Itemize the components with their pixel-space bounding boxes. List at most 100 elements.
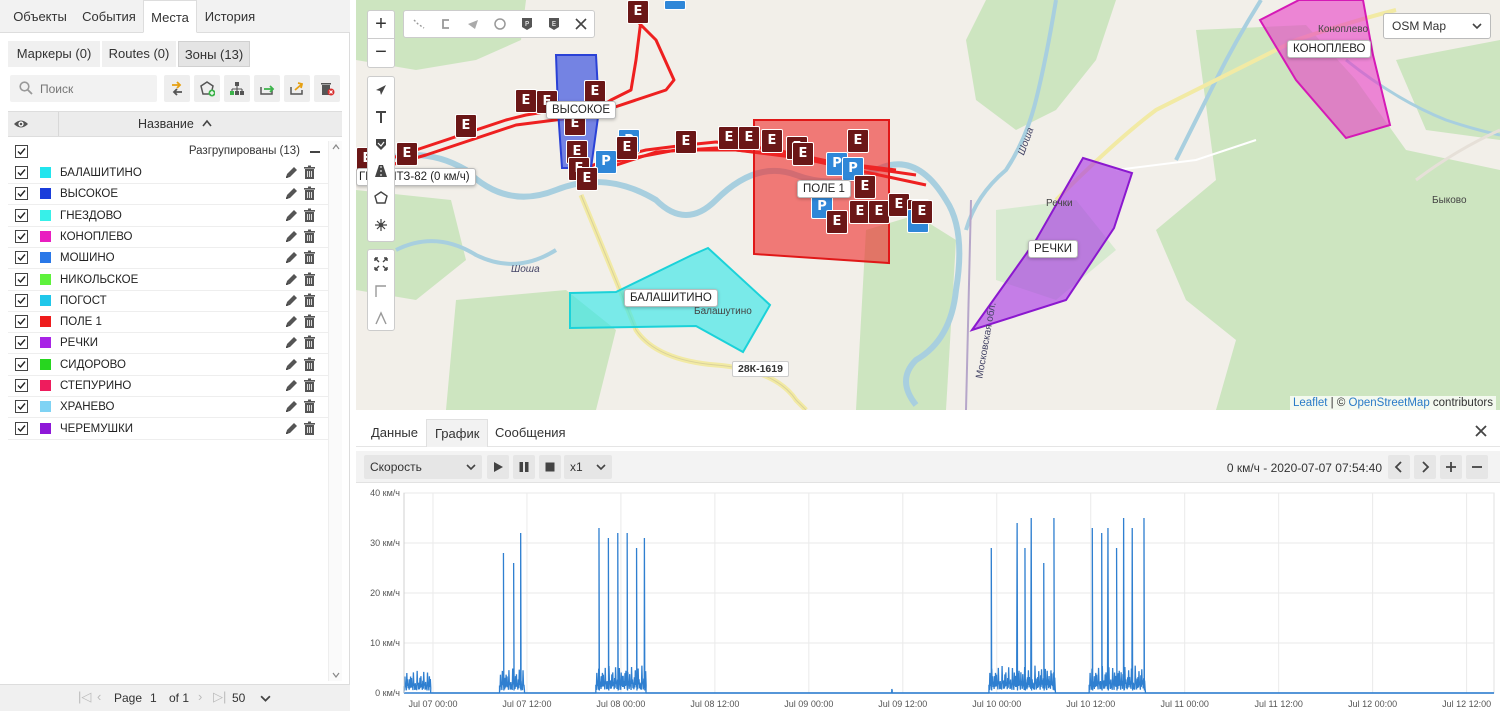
tab-objects[interactable]: Объекты (4, 0, 76, 33)
trash-icon[interactable] (303, 208, 316, 223)
edit-icon[interactable] (284, 229, 299, 244)
zone-visible-checkbox[interactable] (15, 315, 28, 329)
zone-visible-checkbox[interactable] (15, 421, 28, 435)
edit-icon[interactable] (284, 421, 299, 436)
name-column-header[interactable]: Название (138, 117, 194, 131)
edit-icon[interactable] (284, 165, 299, 180)
page-number[interactable]: 1 (150, 691, 157, 705)
add-zone-button[interactable] (194, 75, 220, 102)
subtab-zones[interactable]: Зоны (13) (178, 41, 250, 67)
zoom-in-button[interactable]: + (368, 11, 394, 39)
trash-icon[interactable] (303, 165, 316, 180)
text-icon[interactable] (374, 110, 388, 124)
trash-icon[interactable] (303, 229, 316, 244)
event-marker[interactable]: E (718, 126, 740, 150)
zone-row[interactable]: ВЫСОКОЕ (8, 184, 332, 206)
trash-icon[interactable] (303, 335, 316, 350)
tab-data[interactable]: Данные (363, 419, 426, 447)
zoom-in-chart-button[interactable] (1440, 455, 1462, 479)
tab-messages[interactable]: Сообщения (487, 419, 574, 447)
edit-icon[interactable] (284, 399, 299, 414)
speed-select[interactable]: x1 (564, 455, 612, 479)
edit-icon[interactable] (284, 272, 299, 287)
sensor-select[interactable]: Скорость (364, 455, 482, 479)
arrow-icon[interactable] (466, 17, 480, 31)
event-marker[interactable]: E (627, 0, 649, 24)
event-marker[interactable]: E (515, 89, 537, 113)
circle-icon[interactable] (493, 17, 507, 31)
undo-icon[interactable] (439, 17, 453, 31)
event-marker[interactable]: E (675, 130, 697, 154)
map-layer-select[interactable]: OSM Map (1383, 13, 1491, 39)
zone-row[interactable]: СИДОРОВО (8, 355, 332, 376)
trash-icon[interactable] (303, 399, 316, 414)
shield-icon[interactable] (374, 137, 388, 151)
zone-row[interactable]: ПОЛЕ 1 (8, 312, 332, 334)
zoom-out-button[interactable]: − (368, 39, 394, 67)
import-button[interactable] (254, 75, 280, 102)
edit-icon[interactable] (284, 208, 299, 223)
group-checkbox[interactable] (15, 145, 28, 158)
prev-button[interactable] (1388, 455, 1410, 479)
tab-events[interactable]: События (78, 0, 140, 33)
reload-button[interactable] (164, 75, 190, 102)
next-button[interactable] (1414, 455, 1436, 479)
trash-icon[interactable] (303, 421, 316, 436)
zoom-out-chart-button[interactable] (1466, 455, 1488, 479)
trash-icon[interactable] (303, 272, 316, 287)
polygon-icon[interactable] (374, 191, 388, 205)
delete-all-button[interactable] (314, 75, 340, 102)
list-scrollbar[interactable] (328, 141, 342, 681)
prev-page-icon[interactable]: ‹ (97, 689, 101, 704)
cluster-icon[interactable] (374, 218, 388, 232)
event-marker[interactable]: E (911, 200, 933, 224)
zone-visible-checkbox[interactable] (15, 272, 28, 286)
edit-icon[interactable] (284, 335, 299, 350)
event-marker-icon[interactable]: E (547, 17, 561, 31)
scroll-up-icon[interactable] (332, 144, 340, 150)
export-button[interactable] (284, 75, 310, 102)
zone-row[interactable]: ЧЕРЕМУШКИ (8, 419, 332, 440)
zone-row[interactable]: РЕЧКИ (8, 333, 332, 355)
tab-graph[interactable]: График (426, 419, 489, 447)
sort-asc-icon[interactable] (202, 119, 212, 127)
event-marker[interactable]: E (854, 175, 876, 199)
event-marker[interactable]: E (738, 126, 760, 150)
trash-icon[interactable] (303, 186, 316, 201)
subtab-markers[interactable]: Маркеры (0) (8, 41, 100, 67)
first-page-icon[interactable]: |◁ (78, 689, 91, 705)
zone-visible-checkbox[interactable] (15, 336, 28, 350)
event-marker[interactable]: E (396, 142, 418, 166)
speed-chart[interactable]: 0 км/ч 10 км/ч 20 км/ч 30 км/ч 40 км/ч Jul 07… (356, 483, 1500, 711)
edit-icon[interactable] (284, 314, 299, 329)
angle-icon[interactable] (374, 311, 388, 325)
zone-row[interactable]: МОШИНО (8, 248, 332, 270)
trash-icon[interactable] (303, 293, 316, 308)
measure-icon[interactable] (374, 284, 388, 298)
polyline-icon[interactable] (412, 17, 426, 31)
zone-visible-checkbox[interactable] (15, 229, 28, 243)
play-button[interactable] (487, 455, 509, 479)
event-marker[interactable]: E (792, 142, 814, 166)
event-marker[interactable]: E (847, 129, 869, 153)
page-size[interactable]: 50 (232, 691, 245, 705)
osm-link[interactable]: OpenStreetMap (1349, 397, 1430, 409)
edit-icon[interactable] (284, 357, 299, 372)
zone-visible-checkbox[interactable] (15, 187, 28, 201)
subtab-routes[interactable]: Routes (0) (102, 41, 176, 67)
close-icon[interactable] (574, 17, 588, 31)
eye-icon[interactable] (13, 117, 29, 131)
edit-icon[interactable] (284, 250, 299, 265)
map-view[interactable]: E E E E E E E E P E P E E E E E E E E E … (356, 0, 1500, 410)
zone-row[interactable]: КОНОПЛЕВО (8, 227, 332, 248)
parking-marker[interactable] (664, 0, 686, 10)
zone-visible-checkbox[interactable] (15, 293, 28, 307)
leaflet-link[interactable]: Leaflet (1293, 397, 1328, 409)
event-marker[interactable]: E (826, 210, 848, 234)
edit-icon[interactable] (284, 186, 299, 201)
groups-button[interactable] (224, 75, 250, 102)
event-marker[interactable]: E (761, 129, 783, 153)
zone-visible-checkbox[interactable] (15, 208, 28, 222)
event-marker[interactable]: E (455, 114, 477, 138)
fit-bounds-icon[interactable] (374, 257, 388, 271)
